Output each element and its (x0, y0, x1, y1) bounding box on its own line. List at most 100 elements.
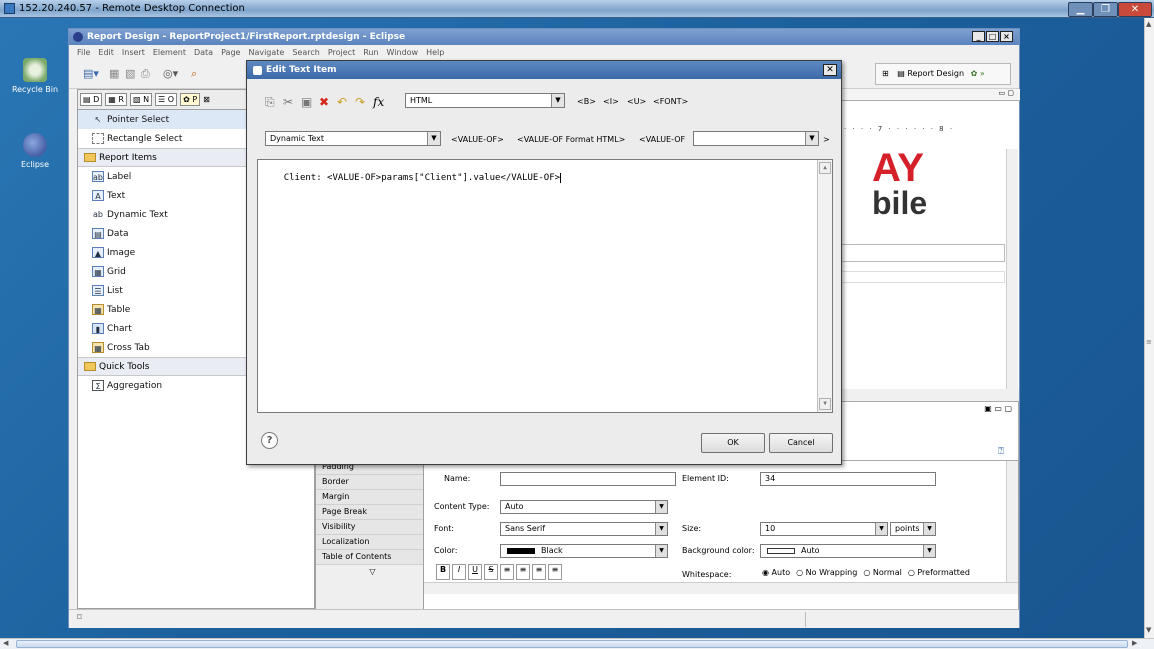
help-button[interactable]: ? (261, 432, 278, 449)
menu-run[interactable]: Run (363, 48, 378, 57)
whitespace-nowrap-radio[interactable]: ○ No Wrapping (796, 568, 857, 577)
print-icon[interactable]: ⎙ (141, 67, 150, 81)
tab-data[interactable]: ▤ D (80, 93, 103, 106)
menu-help[interactable]: Help (426, 48, 444, 57)
copy-icon[interactable]: ⎘ (265, 95, 275, 109)
report-row[interactable] (840, 244, 1005, 262)
horizontal-scroll-thumb[interactable] (16, 640, 1128, 648)
java-perspective-icon[interactable]: ✿ » (971, 69, 985, 78)
cut-icon[interactable]: ✂ (283, 95, 293, 109)
category-margin[interactable]: Margin (316, 490, 423, 505)
font-select[interactable]: Sans Serif ▼ (500, 522, 668, 536)
scroll-grip-icon[interactable]: ≡ (1146, 338, 1152, 346)
vertical-scrollbar[interactable]: ▲ ≡ ▼ (1144, 18, 1154, 638)
menu-project[interactable]: Project (328, 48, 355, 57)
text-content-editor[interactable]: Client: <VALUE-OF>params["Client"].value… (257, 159, 833, 413)
scroll-down-icon[interactable]: ▼ (1146, 626, 1151, 634)
dynamic-text-combo[interactable]: Dynamic Text ▼ (265, 131, 441, 146)
tag-underline[interactable]: <U> (627, 97, 646, 106)
tab-navigator[interactable]: ▧ N (129, 93, 153, 106)
close-button[interactable]: ✕ (1118, 2, 1152, 17)
category-localization[interactable]: Localization (316, 535, 423, 550)
perspective-switcher[interactable]: ⊞ ▤ Report Design ✿ » (875, 63, 1011, 85)
editor-vscroll[interactable]: ▲ ▼ (817, 160, 832, 412)
name-input[interactable] (500, 472, 676, 486)
tab-palette[interactable]: ✿ P (180, 93, 201, 106)
menu-element[interactable]: Element (153, 48, 186, 57)
value-of-combo[interactable]: ▼ (693, 131, 819, 146)
maximize-icon[interactable]: ▢ (1007, 89, 1014, 97)
search-icon[interactable]: ⌕ (191, 67, 197, 81)
tab-outline[interactable]: ☰ O (155, 93, 178, 106)
preview-icon[interactable]: ◎▾ (163, 67, 178, 80)
scroll-right-icon[interactable]: ▶ (1132, 639, 1137, 647)
eclipse-minimize-button[interactable]: _ (972, 31, 985, 42)
category-page-break[interactable]: Page Break (316, 505, 423, 520)
function-icon[interactable]: fx (373, 95, 384, 109)
menu-window[interactable]: Window (387, 48, 419, 57)
expand-down-icon[interactable]: ▽ (316, 565, 423, 580)
more-tags-button[interactable]: > (823, 135, 830, 144)
undo-icon[interactable]: ↶ (337, 95, 347, 109)
minimize-button[interactable]: ▁ (1068, 2, 1093, 17)
align-right-icon[interactable]: ≡ (532, 564, 546, 580)
tag-italic[interactable]: <I> (603, 97, 619, 106)
size-unit-select[interactable]: points ▼ (890, 522, 936, 536)
minimize-icon[interactable]: ▭ (999, 89, 1006, 97)
editor-vscroll[interactable] (1006, 149, 1018, 389)
cancel-button[interactable]: Cancel (769, 433, 833, 453)
scroll-up-icon[interactable]: ▲ (1146, 20, 1151, 28)
background-color-select[interactable]: Auto ▼ (760, 544, 936, 558)
menu-insert[interactable]: Insert (122, 48, 145, 57)
tag-value-of-partial[interactable]: <VALUE-OF (639, 135, 685, 144)
whitespace-auto-radio[interactable]: ◉ Auto (762, 568, 790, 577)
menu-edit[interactable]: Edit (98, 48, 114, 57)
editor-text[interactable]: Client: <VALUE-OF>params["Client"].value… (284, 173, 560, 183)
redo-icon[interactable]: ↷ (355, 95, 365, 109)
close-icon[interactable]: ⊠ (203, 95, 210, 104)
new-icon[interactable]: ▤▾ (83, 67, 99, 80)
size-select[interactable]: 10 ▼ (760, 522, 888, 536)
bold-button[interactable]: B (436, 564, 450, 580)
dialog-close-button[interactable]: ✕ (823, 64, 837, 76)
menu-data[interactable]: Data (194, 48, 213, 57)
category-table-of-contents[interactable]: Table of Contents (316, 550, 423, 565)
view-menu-icon[interactable]: ▣ ▭ ▢ (984, 404, 1012, 413)
tag-bold[interactable]: <B> (577, 97, 596, 106)
strikethrough-button[interactable]: S (484, 564, 498, 580)
menu-navigate[interactable]: Navigate (248, 48, 284, 57)
tab-resources[interactable]: ▦ R (105, 93, 127, 106)
props-vscroll[interactable] (1006, 460, 1018, 582)
scroll-left-icon[interactable]: ◀ (3, 639, 8, 647)
paste-icon[interactable]: ▣ (301, 95, 312, 109)
layout-editor[interactable]: ▭ ▢ · · · · 7 · · · · · · 8 · AY bile (839, 89, 1020, 389)
justify-icon[interactable]: ≡ (548, 564, 562, 580)
whitespace-pre-radio[interactable]: ○ Preformatted (908, 568, 970, 577)
desktop-icon-recycle-bin[interactable]: Recycle Bin (10, 58, 60, 94)
tag-font[interactable]: <FONT> (653, 97, 688, 106)
save-icon[interactable]: ▦ (109, 67, 119, 80)
ok-button[interactable]: OK (701, 433, 765, 453)
category-visibility[interactable]: Visibility (316, 520, 423, 535)
horizontal-scrollbar[interactable]: ◀ ▶ (0, 638, 1154, 649)
content-type-select[interactable]: Auto ▼ (500, 500, 668, 514)
desktop-icon-eclipse[interactable]: Eclipse (10, 133, 60, 169)
eclipse-maximize-button[interactable]: □ (986, 31, 999, 42)
delete-icon[interactable]: ✖ (319, 95, 329, 109)
props-hscroll[interactable] (424, 582, 1018, 594)
save-all-icon[interactable]: ▧ (125, 67, 135, 80)
tag-value-of-format-html[interactable]: <VALUE-OF Format HTML> (517, 135, 625, 144)
italic-button[interactable]: I (452, 564, 466, 580)
whitespace-normal-radio[interactable]: ○ Normal (863, 568, 901, 577)
menu-search[interactable]: Search (292, 48, 319, 57)
report-row[interactable] (840, 271, 1005, 283)
restore-button[interactable]: ❐ (1093, 2, 1118, 17)
open-perspective-icon[interactable]: ⊞ (882, 69, 889, 78)
menu-file[interactable]: File (77, 48, 90, 57)
underline-button[interactable]: U (468, 564, 482, 580)
tag-value-of[interactable]: <VALUE-OF> (451, 135, 504, 144)
element-id-input[interactable]: 34 (760, 472, 936, 486)
eclipse-close-button[interactable]: × (1000, 31, 1013, 42)
category-border[interactable]: Border (316, 475, 423, 490)
color-select[interactable]: Black ▼ (500, 544, 668, 558)
